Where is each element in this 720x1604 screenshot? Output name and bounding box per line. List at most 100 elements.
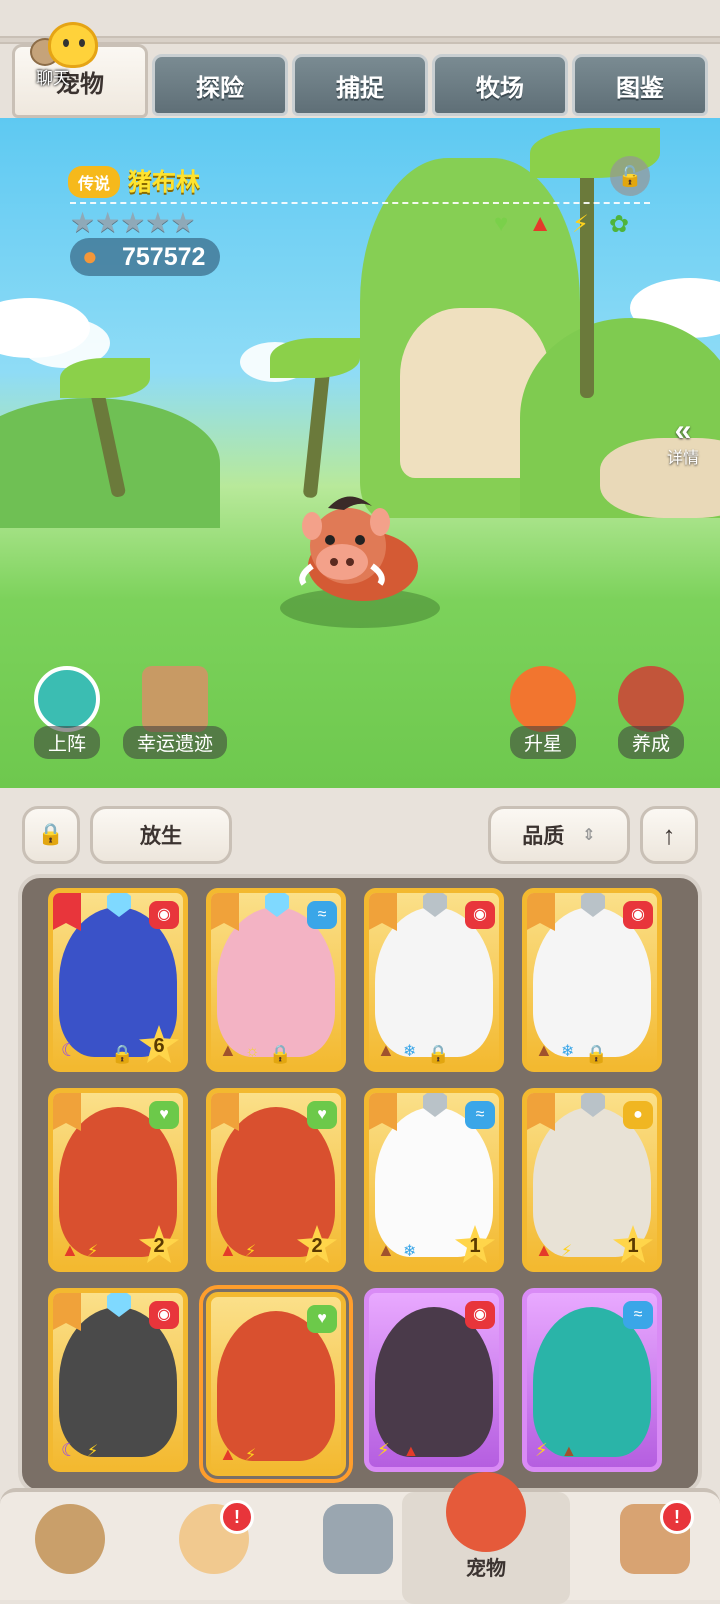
crocodile-dragon-art [375,1307,493,1457]
fire-icon: ▲ [61,1240,79,1260]
detail-button[interactable]: « 详情 [658,414,708,468]
pet-card[interactable]: ◉ ☾ ⚡ [48,1288,188,1472]
star-up-button[interactable]: 升星 [488,666,598,776]
deploy-button[interactable]: 上阵 [12,666,122,776]
tab-capture[interactable]: 捕捉 [292,54,428,116]
lock-icon: 🔒 [269,1044,292,1064]
chat-bubble-icon [48,22,98,68]
pet-showcase-scene: 传说 猪布林 🔓 ★★★★★ ♥ ▲ ⚡ ✿ ● 757572 « 详情 上阵 [0,118,720,788]
pet-card[interactable]: ◉ ▲ ❄ 🔒 [364,888,504,1072]
padlock-icon: 🔒 [37,823,65,846]
tribe-chief-icon [35,1504,105,1574]
deploy-label: 上阵 [33,726,100,759]
red-dino-avatar-icon [34,666,100,732]
rock-type-icon: ● [623,1101,653,1129]
nav-tribe[interactable] [0,1498,140,1598]
lightning-icon: ⚡ [245,1447,257,1464]
chat-label: 聊天 [36,69,70,88]
thunder-dragon-art [59,1307,177,1457]
moon-icon: ☾ [61,1040,78,1060]
panda-warrior-art [533,907,651,1057]
boar-art [217,1311,335,1461]
lucky-ruins-button[interactable]: 幸运遗迹 [118,666,232,776]
pet-card[interactable]: ≈ ▲ ❄ 1 [364,1088,504,1272]
chevron-left-icon: « [674,414,692,447]
rank-ribbon-icon [369,893,397,931]
rank-ribbon-icon [53,1293,81,1331]
beast-type-icon: ◉ [149,1301,179,1329]
pet-card[interactable]: ≈ ⚡ ▲ [522,1288,662,1472]
lightning-icon: ⚡ [377,1440,390,1460]
pet-card[interactable]: ◉ ⚡ ▲ [364,1288,504,1472]
water-type-icon: ≈ [465,1101,495,1129]
pet-card-selected[interactable]: ♥ ▲ ⚡ [199,1285,353,1483]
earth-icon: ▲ [535,1040,553,1060]
sort-quality-dropdown[interactable]: 品质 ⇕ [488,806,630,864]
pet-lock-button[interactable]: 🔓 [610,156,650,196]
tab-bar-rail [0,36,720,44]
release-button[interactable]: 放生 [90,806,232,864]
arrow-up-icon: ↑ [662,819,676,850]
earth-icon: ▲ [561,1443,577,1460]
tab-handbook[interactable]: 图鉴 [572,54,708,116]
pet-card-grid: ◉ ☾ 🔒 6 ≈ ▲ ☼ 🔒 ◉ ▲ ❄ 🔒 ◉ ▲ ❄ 🔒 ♥ ▲ ⚡ 2 … [18,874,702,1494]
pet-card[interactable]: ≈ ▲ ☼ 🔒 [206,888,346,1072]
pet-card[interactable]: ♥ ▲ ⚡ 2 [206,1088,346,1272]
teal-fish-bird-art [533,1307,651,1457]
top-tab-bar: 宠物 探险 捕捉 牧场 图鉴 聊天 [0,0,720,120]
tab-adventure[interactable]: 探险 [152,54,288,116]
palm-leaf-decoration [270,338,360,378]
rank-ribbon-icon [211,893,239,931]
paw-ribbon-icon [53,893,81,931]
sort-order-button[interactable]: ↑ [640,806,698,864]
element-icons: ♥ ▲ ⚡ ✿ [494,210,629,239]
lightning-icon: ⚡ [572,211,589,238]
chat-button[interactable]: 聊天 [24,22,104,88]
rarity-badge: 传说 [68,166,121,198]
lock-filter-button[interactable]: 🔒 [22,806,80,864]
palm-tree-decoration [302,357,332,499]
ruins-chest-icon [142,666,208,732]
cultivate-button[interactable]: 养成 [596,666,706,776]
leaf-heart-type-icon: ♥ [307,1305,337,1333]
tab-ranch[interactable]: 牧场 [432,54,568,116]
star-rating: ★★★★★ [70,207,196,238]
pet-card[interactable]: ◉ ▲ ❄ 🔒 [522,888,662,1072]
leaf-heart-type-icon: ♥ [149,1101,179,1129]
boar-pet-model[interactable] [288,486,428,606]
boar-face-icon [618,666,684,732]
nav-building[interactable]: ! [590,1498,720,1598]
power-value: 757572 [122,242,206,271]
pink-flying-squirrel-art [217,907,335,1057]
beast-type-icon: ◉ [465,901,495,929]
panda-warrior-art [375,907,493,1057]
divider [70,202,650,204]
rank-ribbon-icon [211,1093,239,1131]
pet-card[interactable]: ● ▲ ⚡ 1 [522,1088,662,1272]
pet-list-panel: 🔒 放生 品质 ⇕ ↑ ◉ ☾ 🔒 6 ≈ ▲ ☼ 🔒 ◉ ▲ ❄ 🔒 ◉ ▲ … [0,788,720,1494]
nav-hero[interactable]: ! [144,1498,284,1598]
star-claw-icon [510,666,576,732]
sword-shield-icon [323,1504,393,1574]
bottom-navigation: ! 宠物 ! [0,1472,720,1604]
fire-icon: ▲ [403,1443,419,1460]
palm-tree-decoration [580,158,594,398]
lightning-icon: ⚡ [535,1440,548,1460]
nav-pets[interactable]: 宠物 [402,1472,570,1604]
lightning-icon: ⚡ [561,1243,573,1260]
earth-icon: ▲ [219,1040,237,1060]
rank-ribbon-icon [369,1093,397,1131]
lock-icon: 🔓 [617,165,643,188]
pet-card[interactable]: ♥ ▲ ⚡ 2 [48,1088,188,1272]
sun-icon: ☼ [245,1043,260,1060]
sort-label: 品质 [522,825,565,848]
pet-egg-dino-icon [446,1472,526,1552]
fire-icon: ▲ [219,1444,237,1464]
lightning-icon: ⚡ [87,1443,99,1460]
pet-card[interactable]: ◉ ☾ 🔒 6 [48,888,188,1072]
ice-icon: ❄ [561,1043,575,1060]
leaf-heart-type-icon: ♥ [307,1101,337,1129]
star-up-label: 升星 [509,726,576,759]
palm-leaf-decoration [60,358,150,398]
nav-pets-label: 宠物 [466,1558,506,1580]
